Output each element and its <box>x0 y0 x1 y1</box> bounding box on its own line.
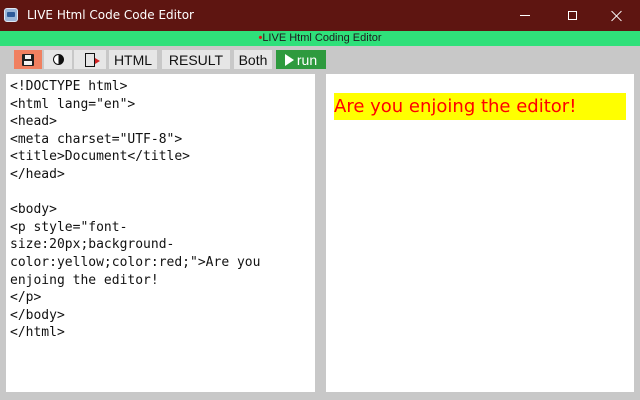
theme-toggle-button[interactable] <box>44 50 72 69</box>
maximize-button[interactable] <box>549 0 595 31</box>
minimize-button[interactable] <box>502 0 548 31</box>
run-button[interactable]: run <box>276 50 326 69</box>
title-bar: LIVE Html Code Code Editor <box>0 0 640 31</box>
save-icon <box>22 53 34 66</box>
code-editor[interactable]: <!DOCTYPE html> <html lang="en"> <head> … <box>6 74 315 392</box>
contrast-icon <box>52 54 64 65</box>
minimize-icon <box>520 15 530 16</box>
play-icon <box>284 53 294 66</box>
result-view-button[interactable]: RESULT <box>162 50 230 69</box>
close-icon <box>611 10 623 22</box>
toolbar: HTML RESULT Both run <box>0 46 640 72</box>
app-banner: •LIVE Html Coding Editor <box>0 31 640 46</box>
window-title: LIVE Html Code Code Editor <box>27 8 194 22</box>
maximize-icon <box>567 11 577 20</box>
close-button[interactable] <box>594 0 640 31</box>
app-icon <box>4 8 18 22</box>
both-view-button[interactable]: Both <box>234 50 272 69</box>
html-view-button[interactable]: HTML <box>109 50 157 69</box>
result-paragraph: Are you enjoing the editor! <box>334 93 626 120</box>
banner-text: LIVE Html Coding Editor <box>262 32 382 44</box>
save-button[interactable] <box>14 50 42 69</box>
new-document-icon <box>85 52 100 67</box>
run-label: run <box>296 51 318 68</box>
new-document-button[interactable] <box>74 50 106 69</box>
result-preview: Are you enjoing the editor! <box>326 74 634 392</box>
code-text[interactable]: <!DOCTYPE html> <html lang="en"> <head> … <box>6 74 315 342</box>
